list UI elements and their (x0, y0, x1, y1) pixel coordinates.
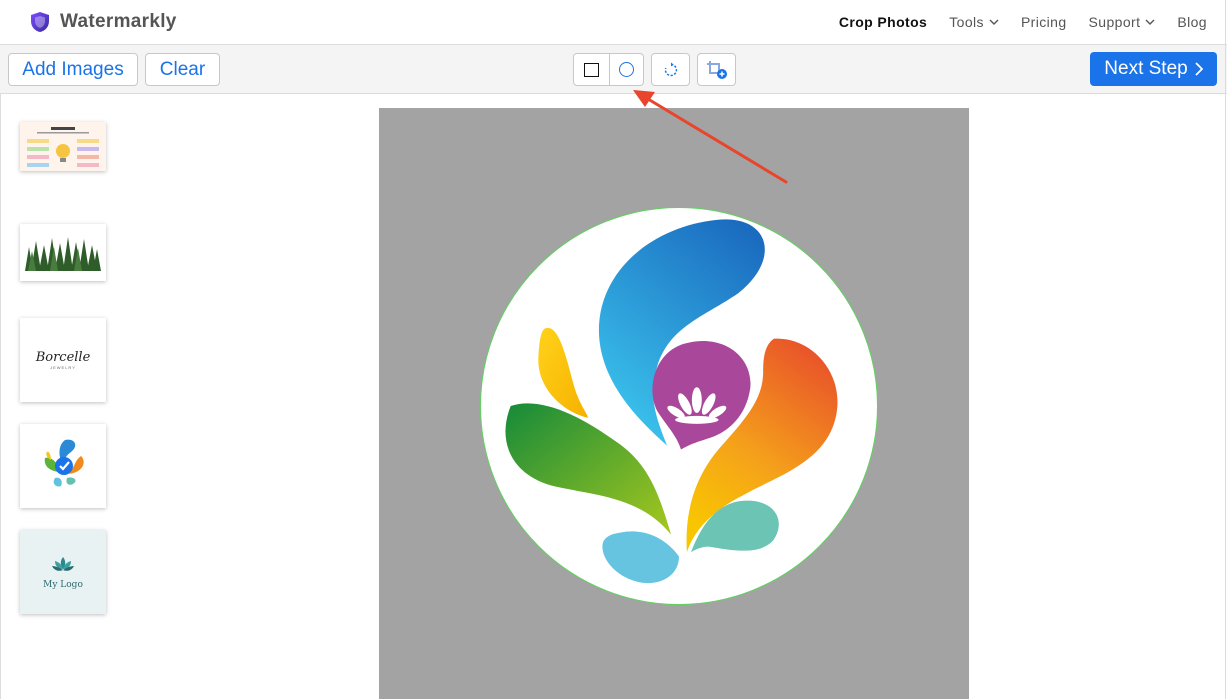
nav-support[interactable]: Support (1089, 14, 1156, 30)
nav-blog[interactable]: Blog (1177, 14, 1207, 30)
chevron-down-icon (1145, 19, 1155, 25)
thumbnail-infographic[interactable] (20, 122, 106, 171)
circle-crop-icon (618, 62, 634, 77)
circle-crop-area[interactable] (480, 207, 878, 605)
brand-name: Watermarkly (60, 11, 177, 32)
crop-canvas[interactable] (379, 108, 969, 699)
nav-pricing[interactable]: Pricing (1021, 14, 1067, 30)
nav-label: Pricing (1020, 14, 1067, 30)
chevron-right-icon (1195, 62, 1203, 76)
top-header: Watermarkly Crop Photos Tools Pricing Su… (0, 0, 1227, 45)
square-crop-button[interactable] (574, 54, 609, 85)
rotate-button[interactable] (651, 53, 690, 86)
borcelle-sub: JEWELRY (50, 365, 76, 370)
add-crop-button[interactable] (697, 53, 736, 86)
thumbnail-my-logo[interactable]: My Logo (20, 530, 106, 614)
toolbar: Add Images Clear Next Step (0, 45, 1227, 94)
thumbnail-colorful-logo[interactable] (20, 424, 106, 508)
colorful-logo-preview (505, 219, 838, 584)
chevron-down-icon (989, 19, 999, 25)
next-step-button[interactable]: Next Step (1090, 52, 1217, 86)
thumbnail-borcelle[interactable]: Borcelle JEWELRY (20, 318, 106, 402)
nav-label: Tools (949, 14, 984, 30)
circle-crop-button[interactable] (608, 54, 644, 85)
shield-logo-icon (31, 12, 49, 32)
colorful-logo-image (44, 439, 84, 487)
lotus-icon (52, 556, 74, 571)
rotate-icon (664, 62, 677, 76)
my-logo-text: My Logo (43, 579, 83, 590)
thumbnail-forest[interactable] (20, 224, 106, 281)
add-images-button[interactable]: Add Images (8, 53, 138, 86)
brand[interactable]: Watermarkly (30, 11, 177, 33)
nav-label: Crop Photos (838, 14, 928, 30)
my-logo: My Logo (43, 555, 83, 590)
nav-tools[interactable]: Tools (949, 14, 999, 30)
square-crop-icon (583, 62, 599, 77)
divider (0, 94, 1, 699)
clear-button[interactable]: Clear (145, 53, 220, 86)
crop-shape-selector (573, 53, 644, 86)
divider (1225, 0, 1226, 699)
borcelle-text: Borcelle (35, 350, 91, 365)
nav-label: Blog (1177, 14, 1207, 30)
main-nav: Crop Photos Tools Pricing Support Blog (817, 14, 1207, 30)
nav-label: Support (1088, 14, 1141, 30)
add-crop-icon (706, 60, 727, 79)
forest-image (25, 236, 101, 271)
borcelle-logo: Borcelle JEWELRY (36, 350, 91, 370)
next-step-label: Next Step (1104, 58, 1188, 79)
infographic-image (27, 126, 99, 167)
nav-crop-photos[interactable]: Crop Photos (839, 14, 927, 30)
